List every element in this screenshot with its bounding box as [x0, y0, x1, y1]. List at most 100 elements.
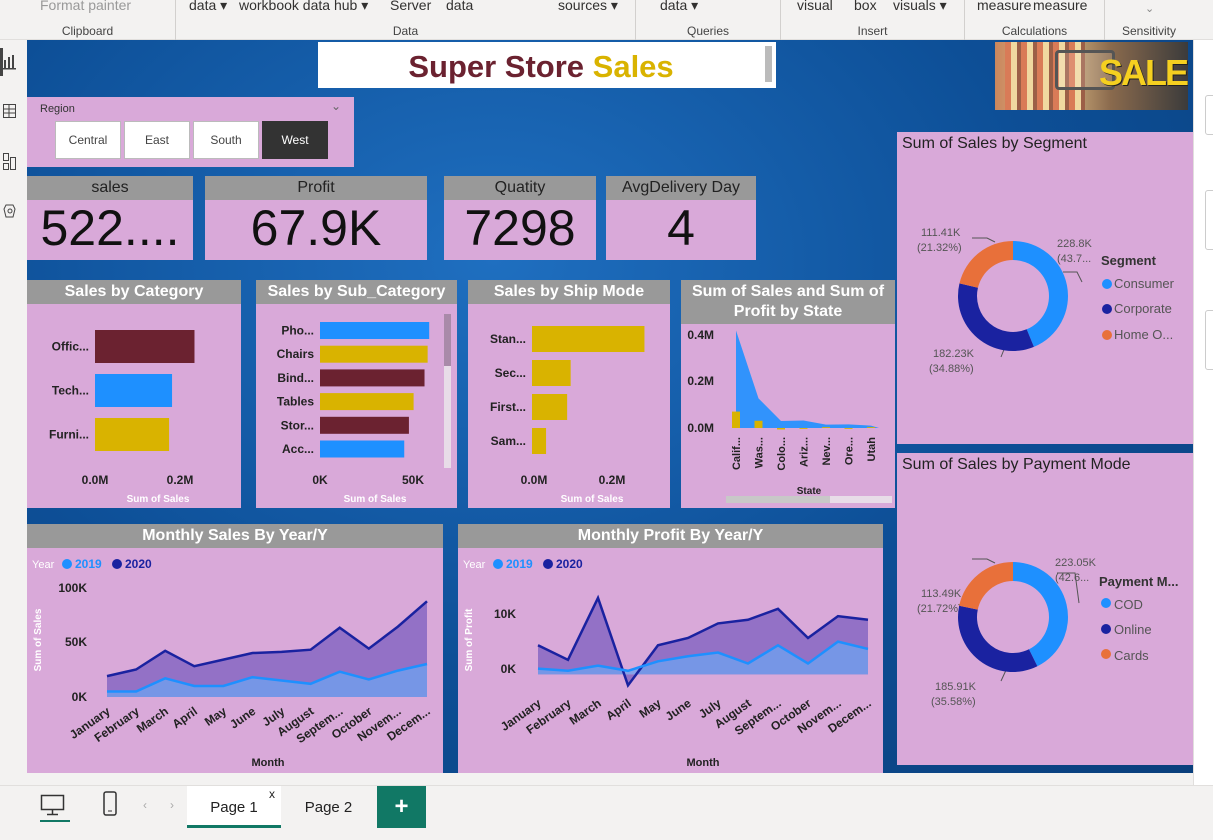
y-axis-label: Sum of Sales: [33, 608, 44, 671]
category-label: Sam...: [491, 434, 526, 448]
slicer-option-south[interactable]: South: [193, 121, 259, 159]
chart-sales-profit-by-state[interactable]: Sum of Sales and Sum of Profit by State 0…: [681, 280, 895, 508]
x-tick-label: June: [227, 704, 258, 732]
category-label: Offic...: [52, 340, 89, 354]
region-slicer: Region ⌄ Central East South West: [27, 97, 354, 167]
card-value: 4: [667, 200, 695, 256]
scroll-left-icon[interactable]: ‹: [143, 798, 147, 812]
x-tick-label: 0.2M: [167, 473, 194, 487]
table-view-icon[interactable]: [3, 103, 17, 119]
category-label: Tables: [277, 395, 314, 409]
filter-card[interactable]: [1205, 95, 1213, 135]
legend-label: Online: [1114, 622, 1152, 637]
slicer-title: Region: [40, 103, 75, 115]
slicer-option-east[interactable]: East: [124, 121, 190, 159]
data-label-percent: (34.88%): [929, 363, 974, 375]
slicer-option-west[interactable]: West: [262, 121, 328, 159]
slicer-option-central[interactable]: Central: [55, 121, 121, 159]
chart-monthly-sales[interactable]: Monthly Sales By Year/Y Year 100K 50K 0K…: [27, 524, 443, 773]
sale-logo-text: SALE: [1099, 52, 1188, 93]
data-group: data ▾ workbook data hub ▾ Server data s…: [176, 0, 636, 40]
bar: [320, 369, 425, 387]
card-label: sales: [27, 176, 193, 200]
close-icon[interactable]: x: [269, 772, 275, 816]
sensitivity-dropdown-icon[interactable]: ⌄: [1145, 2, 1154, 15]
label-leader-line: [1063, 271, 1083, 283]
tab-page-2[interactable]: Page 2: [281, 786, 376, 828]
quick-measure-button[interactable]: measure: [1033, 0, 1087, 13]
chevron-down-icon[interactable]: ⌄: [331, 99, 341, 113]
x-tick-label: Ore...: [844, 437, 856, 465]
page-title: Super Store Sales: [408, 49, 674, 84]
bar: [532, 428, 547, 454]
dax-query-icon[interactable]: [3, 203, 17, 219]
report-canvas: Super Store Sales SALE Region ⌄ Central …: [27, 40, 1193, 773]
new-visual-button[interactable]: visual: [797, 0, 833, 13]
bar: [532, 326, 645, 352]
filter-card[interactable]: [1205, 190, 1213, 250]
y-tick-label: 100K: [58, 581, 87, 595]
group-label-data: Data: [392, 24, 419, 38]
chart-sales-by-segment[interactable]: Sum of Sales by Segment Segment 228.8K (…: [897, 132, 1193, 444]
sales-area: [736, 330, 879, 428]
view-rail: [0, 40, 27, 785]
report-view-icon[interactable]: [3, 54, 17, 70]
y-axis-label: Sum of Profit: [464, 608, 475, 671]
get-data-button[interactable]: data ▾: [189, 0, 227, 14]
bar: [320, 416, 409, 434]
new-measure-button[interactable]: measure: [977, 0, 1031, 13]
category-label: Stor...: [281, 418, 314, 432]
data-label-value: 185.91K: [935, 681, 977, 693]
category-label: Stan...: [490, 332, 526, 346]
active-layout-indicator: [40, 820, 70, 822]
kpi-card-profit[interactable]: Profit 67.9K: [205, 176, 427, 260]
card-value: 7298: [464, 200, 576, 256]
legend-marker-2019: [493, 559, 503, 569]
text-box-button[interactable]: box: [854, 0, 877, 13]
transform-data-button[interactable]: data ▾: [660, 0, 698, 14]
title-scrollbar[interactable]: [765, 46, 772, 82]
chart-scrollbar-thumb[interactable]: [726, 496, 830, 503]
add-page-button[interactable]: +: [377, 786, 426, 828]
group-label-queries: Queries: [686, 24, 730, 38]
donut-slice: [959, 562, 1013, 610]
sql-server-button[interactable]: Server: [390, 0, 431, 13]
mobile-layout-icon[interactable]: [103, 791, 117, 817]
model-view-icon[interactable]: [3, 153, 17, 171]
bar: [320, 322, 430, 339]
desktop-layout-icon[interactable]: [40, 794, 66, 816]
chart-sales-by-payment-mode[interactable]: Sum of Sales by Payment Mode Payment M..…: [897, 453, 1193, 765]
legend-marker: [1101, 649, 1111, 659]
kpi-card-quantity[interactable]: Quatity 7298: [444, 176, 596, 260]
kpi-card-sales[interactable]: sales 522....: [27, 176, 193, 260]
x-tick-label: Nev...: [821, 437, 833, 466]
legend-marker: [1102, 330, 1112, 340]
filter-card[interactable]: [1205, 310, 1213, 370]
workbook-data-hub-button[interactable]: workbook data hub ▾: [239, 0, 368, 14]
ribbon: Format painter Clipboard data ▾ workbook…: [0, 0, 1213, 40]
format-painter-button[interactable]: Format painter: [40, 0, 131, 13]
legend-marker: [1102, 304, 1112, 314]
chart-sales-by-category[interactable]: Sales by Category 0.0M 0.2M Sum of Sales…: [27, 280, 241, 508]
chart-sales-by-subcategory[interactable]: Sales by Sub_Category 0K 50K Sum of Sale…: [256, 280, 457, 508]
page-tab-bar: ‹ › Page 1 x Page 2 +: [0, 785, 1213, 840]
scroll-right-icon[interactable]: ›: [170, 798, 174, 812]
tab-page-1[interactable]: Page 1 x: [187, 786, 281, 828]
x-tick-label: Colo...: [776, 437, 788, 471]
legend-title: Payment M...: [1099, 574, 1178, 589]
enter-data-button[interactable]: data: [446, 0, 473, 13]
kpi-card-avg-delivery[interactable]: AvgDelivery Day 4: [606, 176, 756, 260]
x-tick-label: 0.2M: [599, 473, 626, 487]
more-visuals-button[interactable]: visuals ▾: [893, 0, 947, 14]
recent-sources-button[interactable]: sources ▾: [558, 0, 618, 14]
bar: [532, 394, 568, 420]
chart-scrollbar-thumb[interactable]: [444, 314, 451, 366]
payment-donut-chart: Payment M... 223.05K (42.6... 185.91K (3…: [917, 557, 1178, 708]
chart-monthly-profit[interactable]: Monthly Profit By Year/Y Year 10K 0K Sum…: [458, 524, 883, 773]
group-label-calculations: Calculations: [1001, 24, 1068, 38]
bar: [320, 440, 405, 458]
x-tick-label: May: [202, 704, 229, 729]
chart-sales-by-ship-mode[interactable]: Sales by Ship Mode 0.0M 0.2M Sum of Sale…: [468, 280, 670, 508]
group-label-clipboard: Clipboard: [61, 24, 114, 38]
y-tick-label: 0.0M: [687, 421, 714, 435]
